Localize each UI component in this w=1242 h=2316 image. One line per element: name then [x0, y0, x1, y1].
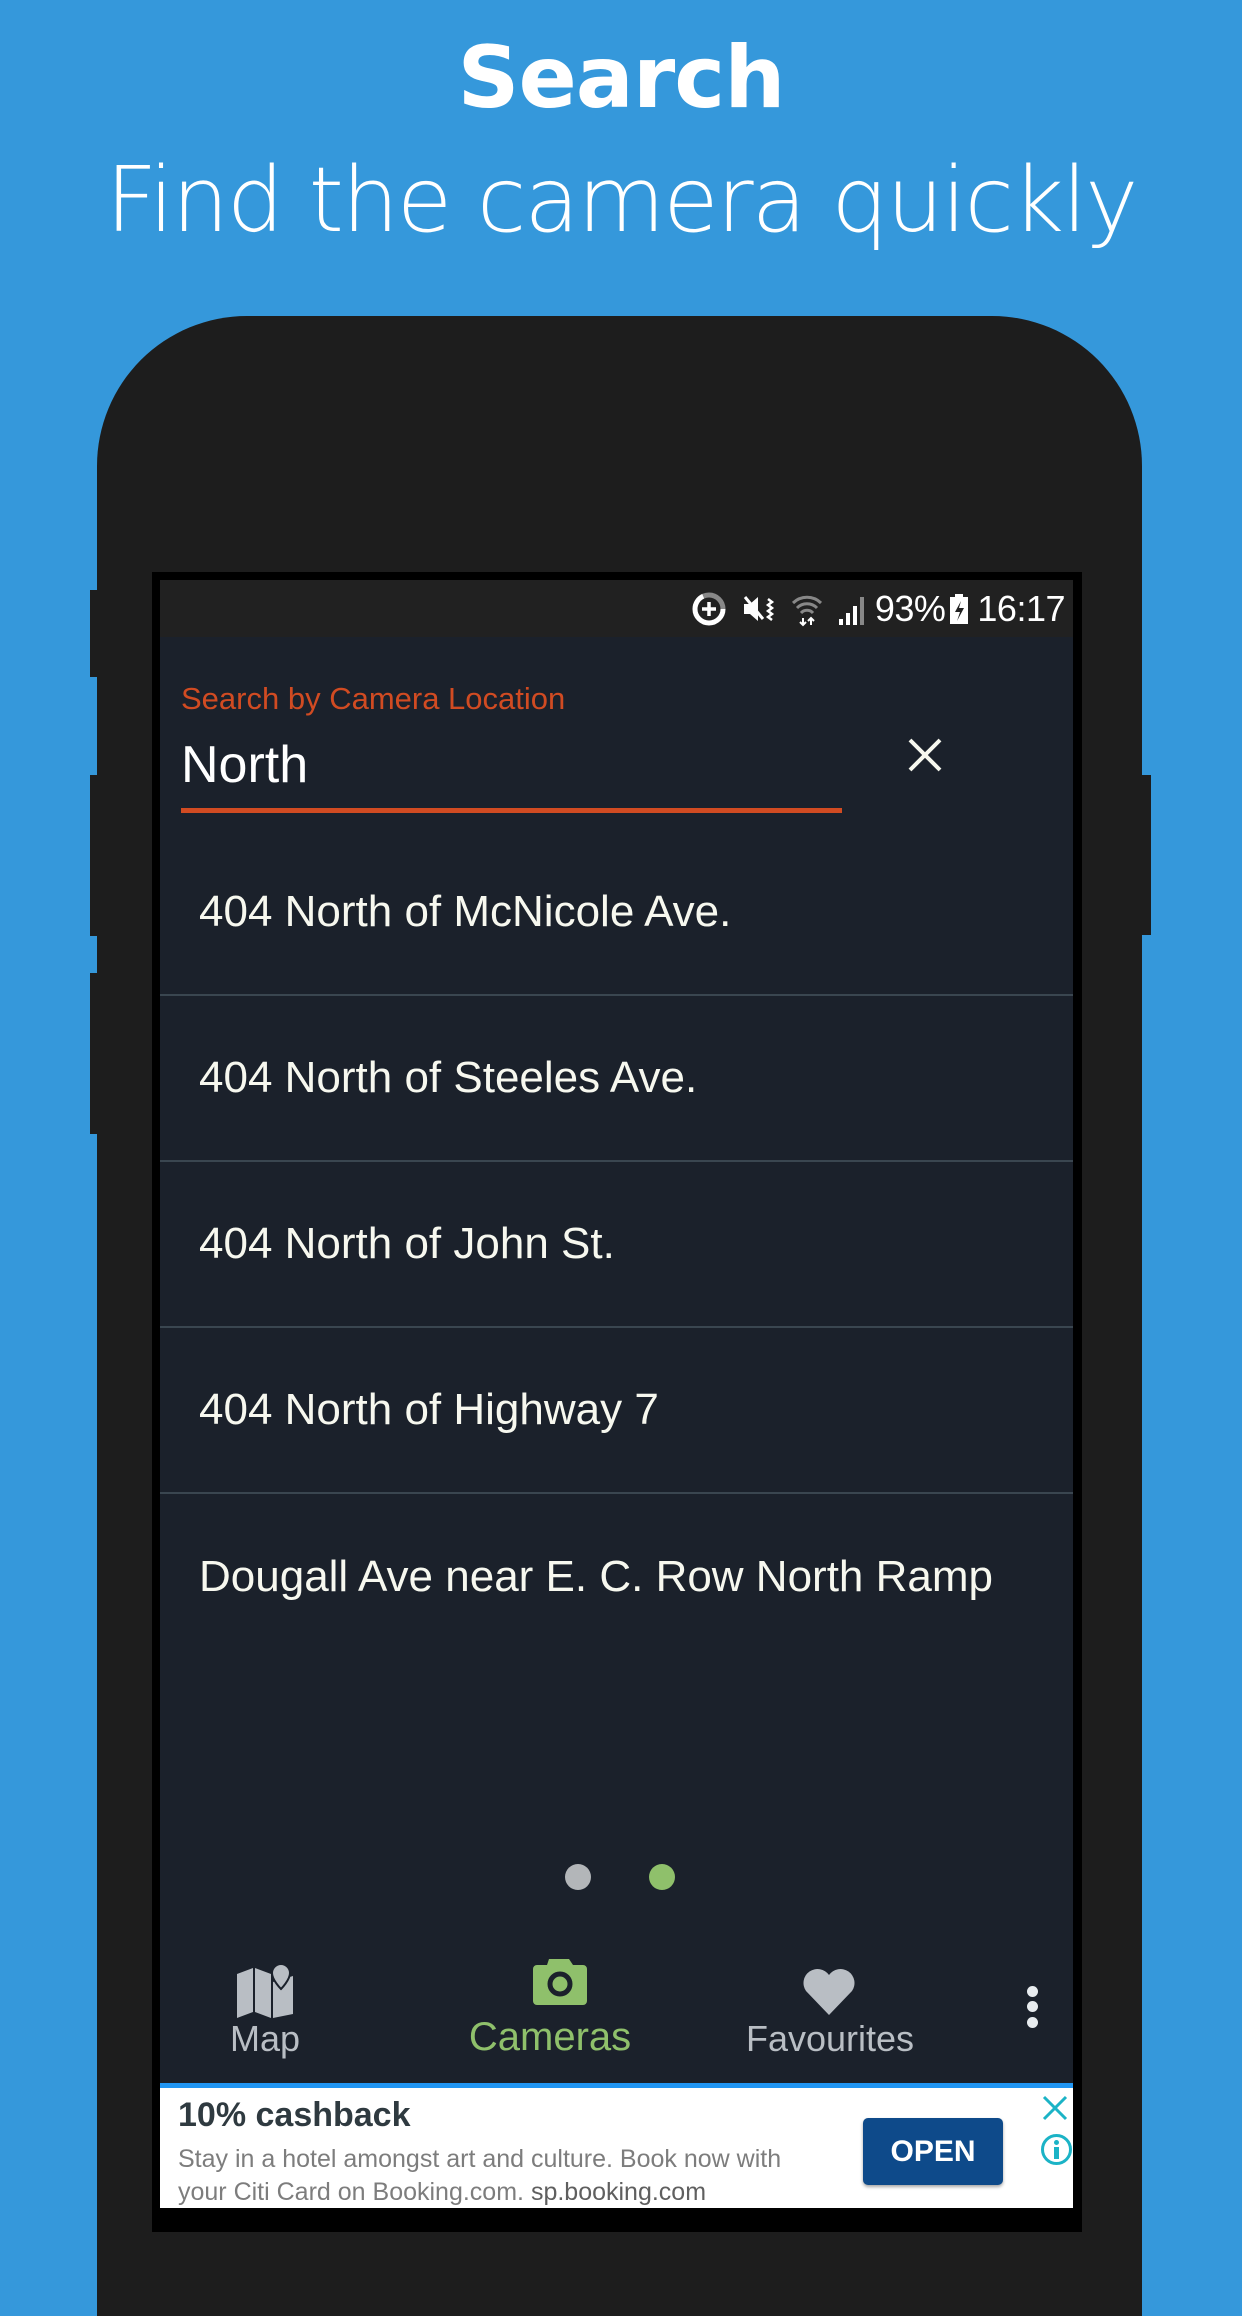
- phone-side-button: [90, 590, 98, 677]
- more-vertical-icon: [1027, 1986, 1038, 1997]
- nav-item-map[interactable]: Map: [190, 1940, 340, 2083]
- search-underline: [181, 808, 842, 813]
- ad-body: Stay in a hotel amongst art and culture.…: [178, 2143, 818, 2208]
- nav-label-map: Map: [229, 2018, 301, 2059]
- camera-icon: [533, 1959, 587, 2005]
- hero-subtitle: Find the camera quickly: [105, 148, 1139, 253]
- clock: 16:17: [977, 587, 1065, 629]
- ad-open-button[interactable]: OPEN: [863, 2118, 1003, 2185]
- ad-close-button[interactable]: [1040, 2093, 1070, 2123]
- clear-search-button[interactable]: [900, 730, 950, 780]
- ad-info-button[interactable]: [1040, 2133, 1073, 2166]
- result-item[interactable]: 404 North of John St.: [160, 1162, 1073, 1328]
- nav-item-favourites[interactable]: Favourites: [740, 1940, 920, 2083]
- phone-screen: 93% 16:17 Search by Camera Location 404 …: [160, 580, 1073, 2208]
- result-label: 404 North of John St.: [199, 1219, 615, 1268]
- status-bar: 93% 16:17: [160, 580, 1073, 637]
- result-item[interactable]: 404 North of McNicole Ave.: [160, 830, 1073, 996]
- page-indicator-dot[interactable]: [565, 1864, 591, 1890]
- battery-charging-icon: [949, 593, 969, 625]
- nav-item-cameras[interactable]: [330, 1940, 465, 2083]
- more-vertical-icon-dot: [1027, 2017, 1038, 2028]
- nav-item-cameras-tab[interactable]: Cameras: [465, 1940, 635, 2083]
- nav-label-favourites: Favourites: [745, 2018, 915, 2059]
- phone-power-button: [1141, 775, 1151, 935]
- result-label: 404 North of Steeles Ave.: [199, 1053, 698, 1102]
- more-options-button[interactable]: [1018, 1986, 1048, 2036]
- more-vertical-icon-dot: [1027, 2001, 1038, 2012]
- search-label: Search by Camera Location: [181, 681, 566, 716]
- heart-icon: [803, 1968, 855, 2015]
- search-input[interactable]: [181, 730, 842, 800]
- result-label: Dougall Ave near E. C. Row North Ramp: [199, 1552, 993, 1601]
- battery-percent: 93%: [874, 587, 946, 629]
- data-saver-icon: [691, 591, 727, 627]
- hero-title: Search: [457, 28, 786, 128]
- map-icon: [237, 1964, 293, 2018]
- bottom-navigation: Map Cameras Favourites: [160, 1940, 1073, 2083]
- result-label: 404 North of Highway 7: [199, 1385, 659, 1434]
- result-item[interactable]: 404 North of Highway 7: [160, 1328, 1073, 1494]
- mute-vibrate-icon: [741, 591, 777, 627]
- close-icon: [908, 738, 942, 772]
- nav-label-cameras: Cameras: [468, 2015, 632, 2059]
- results-list: 404 North of McNicole Ave. 404 North of …: [160, 830, 1073, 1660]
- ad-title: 10% cashback: [178, 2096, 411, 2134]
- signal-icon: [837, 593, 867, 625]
- result-label: 404 North of McNicole Ave.: [199, 887, 732, 936]
- page-indicator-dot-active[interactable]: [649, 1864, 675, 1890]
- phone-side-button: [90, 973, 98, 1134]
- result-item[interactable]: Dougall Ave near E. C. Row North Ramp: [160, 1494, 1073, 1660]
- ad-banner[interactable]: 10% cashback Stay in a hotel amongst art…: [160, 2088, 1073, 2208]
- ad-url[interactable]: sp.booking.com: [531, 2178, 706, 2206]
- result-item[interactable]: 404 North of Steeles Ave.: [160, 996, 1073, 1162]
- close-icon: [1042, 2095, 1068, 2121]
- info-icon: [1041, 2134, 1072, 2165]
- wifi-icon: [791, 591, 823, 627]
- phone-side-button: [90, 775, 98, 936]
